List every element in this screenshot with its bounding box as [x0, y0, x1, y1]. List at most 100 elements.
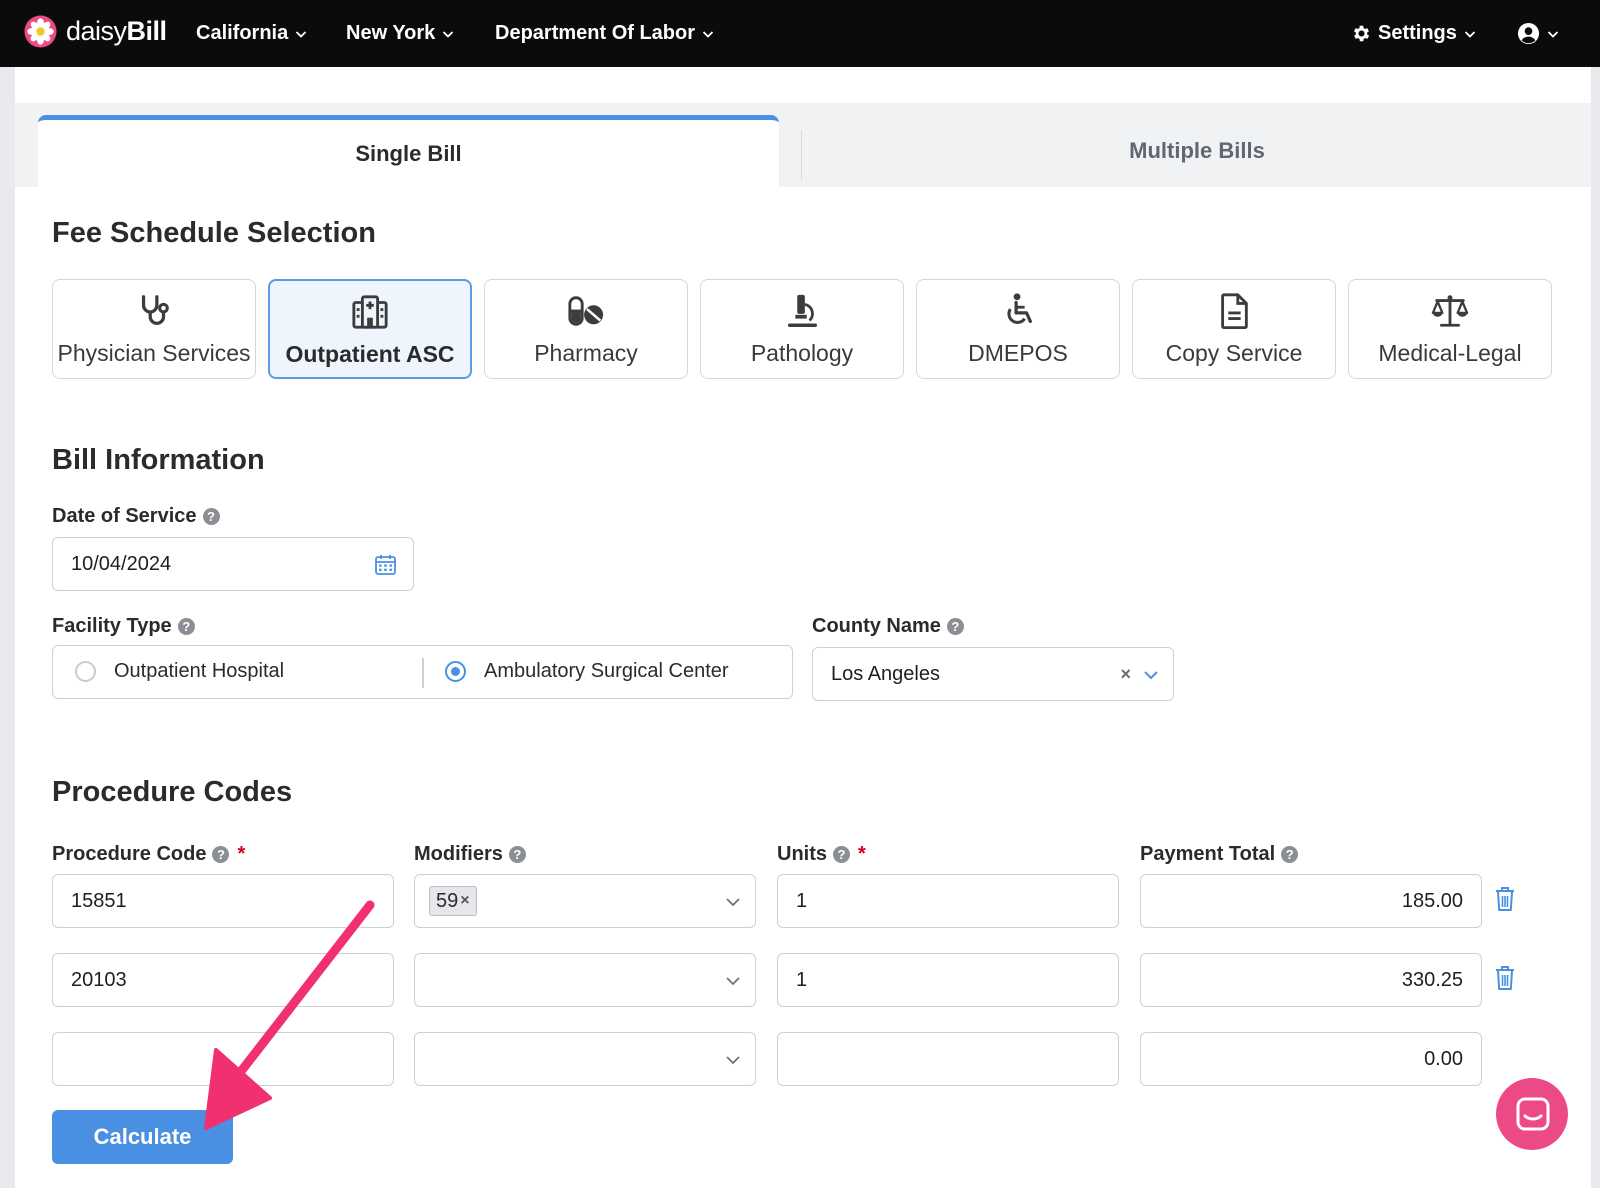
trash-icon[interactable] — [1494, 965, 1516, 991]
county-name-label-text: County Name — [812, 615, 941, 637]
county-name-select[interactable]: Los Angeles × — [812, 647, 1174, 701]
chevron-down-icon — [443, 30, 454, 38]
radio-outpatient-hospital[interactable]: Outpatient Hospital — [75, 646, 284, 697]
calendar-icon[interactable] — [375, 554, 396, 575]
payment-total-header: Payment Total ? — [1140, 843, 1299, 866]
calculate-button[interactable]: Calculate — [52, 1110, 233, 1164]
nav-new-york-menu[interactable]: New York — [346, 0, 454, 67]
nav-settings-label: Settings — [1378, 22, 1457, 44]
chevron-down-icon — [726, 898, 740, 907]
fee-schedule-copy-service[interactable]: Copy Service — [1132, 279, 1336, 379]
facility-type-label: Facility Type ? — [52, 615, 195, 638]
fee-schedule-medical-legal[interactable]: Medical-Legal — [1348, 279, 1552, 379]
tab-single-bill[interactable]: Single Bill — [38, 115, 779, 188]
fee-schedule-label: Physician Services — [57, 340, 251, 366]
procedure-code-input[interactable]: 20103 — [52, 953, 394, 1007]
gear-icon — [1353, 25, 1370, 42]
remove-tag-icon[interactable]: × — [460, 892, 469, 910]
fee-schedule-label: DMEPOS — [968, 340, 1068, 366]
tab-divider — [801, 130, 802, 180]
top-nav-bar: daisyBill California New York Department… — [0, 0, 1600, 67]
procedure-codes-title: Procedure Codes — [52, 776, 293, 808]
facility-type-label-text: Facility Type — [52, 615, 172, 637]
chat-launcher-button[interactable] — [1496, 1078, 1568, 1150]
payment-total-value: 185.00 — [1401, 889, 1463, 912]
payment-total-value: 0.00 — [1424, 1047, 1463, 1070]
fee-schedule-physician-services[interactable]: Physician Services — [52, 279, 256, 379]
county-name-value: Los Angeles — [831, 662, 940, 685]
fee-schedule-label: Pathology — [750, 340, 854, 366]
fee-schedule-label: Copy Service — [1165, 340, 1303, 366]
units-header-text: Units — [777, 843, 827, 865]
help-icon[interactable]: ? — [1281, 846, 1299, 863]
date-of-service-label-text: Date of Service — [52, 505, 197, 527]
nav-new-york-label: New York — [346, 22, 436, 44]
radio-ambulatory-surgical-center[interactable]: Ambulatory Surgical Center — [445, 646, 729, 697]
radio-selected-icon — [445, 661, 466, 682]
stethoscope-icon — [141, 295, 169, 325]
tab-multiple-bills-label: Multiple Bills — [1129, 138, 1265, 163]
tab-multiple-bills[interactable]: Multiple Bills — [803, 115, 1591, 187]
facility-type-radio-group: Outpatient Hospital Ambulatory Surgical … — [52, 645, 793, 699]
units-value: 1 — [796, 889, 808, 912]
county-name-label: County Name ? — [812, 615, 964, 638]
help-icon[interactable]: ? — [212, 846, 230, 863]
bill-information-title: Bill Information — [52, 444, 265, 476]
payment-total-field[interactable]: 185.00 — [1140, 874, 1482, 928]
nav-settings-menu[interactable]: Settings — [1351, 0, 1476, 67]
calculate-button-label: Calculate — [93, 1124, 192, 1149]
units-input[interactable]: 1 — [777, 874, 1119, 928]
nav-california-menu[interactable]: California — [196, 0, 307, 67]
modifier-tag: 59 × — [429, 886, 477, 916]
modifiers-select[interactable] — [414, 953, 756, 1007]
help-icon[interactable]: ? — [177, 618, 195, 635]
tab-single-bill-label: Single Bill — [355, 141, 462, 166]
payment-total-field[interactable]: 0.00 — [1140, 1032, 1482, 1086]
help-icon[interactable]: ? — [833, 846, 850, 863]
chat-icon — [1516, 1097, 1550, 1131]
procedure-code-input[interactable]: 15851 — [52, 874, 394, 928]
fee-schedule-title: Fee Schedule Selection — [52, 217, 376, 249]
help-icon[interactable]: ? — [508, 846, 526, 863]
nav-user-menu[interactable] — [1517, 0, 1559, 67]
brand-name: daisyBill — [66, 16, 167, 47]
fee-schedule-pharmacy[interactable]: Pharmacy — [484, 279, 688, 379]
top-white-strip — [15, 67, 1591, 103]
nav-california-label: California — [196, 22, 289, 44]
procedure-code-value: 20103 — [71, 968, 127, 991]
chevron-down-icon — [1144, 671, 1158, 680]
radio-unselected-icon — [75, 661, 96, 682]
modifiers-select[interactable]: 59 × — [414, 874, 756, 928]
daisy-logo-icon — [24, 15, 57, 48]
pills-icon — [568, 296, 604, 326]
scales-icon — [1431, 295, 1469, 327]
clear-icon[interactable]: × — [1120, 664, 1131, 685]
procedure-code-input[interactable] — [52, 1032, 394, 1086]
date-of-service-value: 10/04/2024 — [71, 552, 172, 575]
fee-schedule-dmepos[interactable]: DMEPOS — [916, 279, 1120, 379]
units-input[interactable] — [777, 1032, 1119, 1086]
date-of-service-input[interactable]: 10/04/2024 — [52, 537, 414, 591]
brand-logo[interactable]: daisyBill — [24, 15, 167, 48]
brand-name-bold: Bill — [126, 16, 168, 46]
nav-department-of-labor-menu[interactable]: Department Of Labor — [495, 0, 714, 67]
help-icon[interactable]: ? — [202, 508, 220, 525]
fee-schedule-outpatient-asc[interactable]: Outpatient ASC — [268, 279, 472, 379]
units-value: 1 — [796, 968, 808, 991]
chevron-down-icon — [726, 977, 740, 986]
modifiers-header-text: Modifiers — [414, 843, 503, 865]
user-avatar-icon — [1517, 22, 1540, 45]
trash-icon[interactable] — [1494, 886, 1516, 912]
fee-schedule-pathology[interactable]: Pathology — [700, 279, 904, 379]
hospital-icon — [352, 295, 388, 329]
procedure-code-header-text: Procedure Code — [52, 843, 207, 865]
modifiers-select[interactable] — [414, 1032, 756, 1086]
help-icon[interactable]: ? — [946, 618, 964, 635]
payment-total-field[interactable]: 330.25 — [1140, 953, 1482, 1007]
fee-schedule-label: Outpatient ASC — [285, 341, 455, 367]
radio-ambulatory-surgical-center-label: Ambulatory Surgical Center — [484, 660, 729, 682]
fee-schedule-label: Pharmacy — [534, 340, 638, 366]
units-header: Units ? * — [777, 843, 866, 866]
fee-schedule-label: Medical-Legal — [1378, 340, 1522, 366]
units-input[interactable]: 1 — [777, 953, 1119, 1007]
